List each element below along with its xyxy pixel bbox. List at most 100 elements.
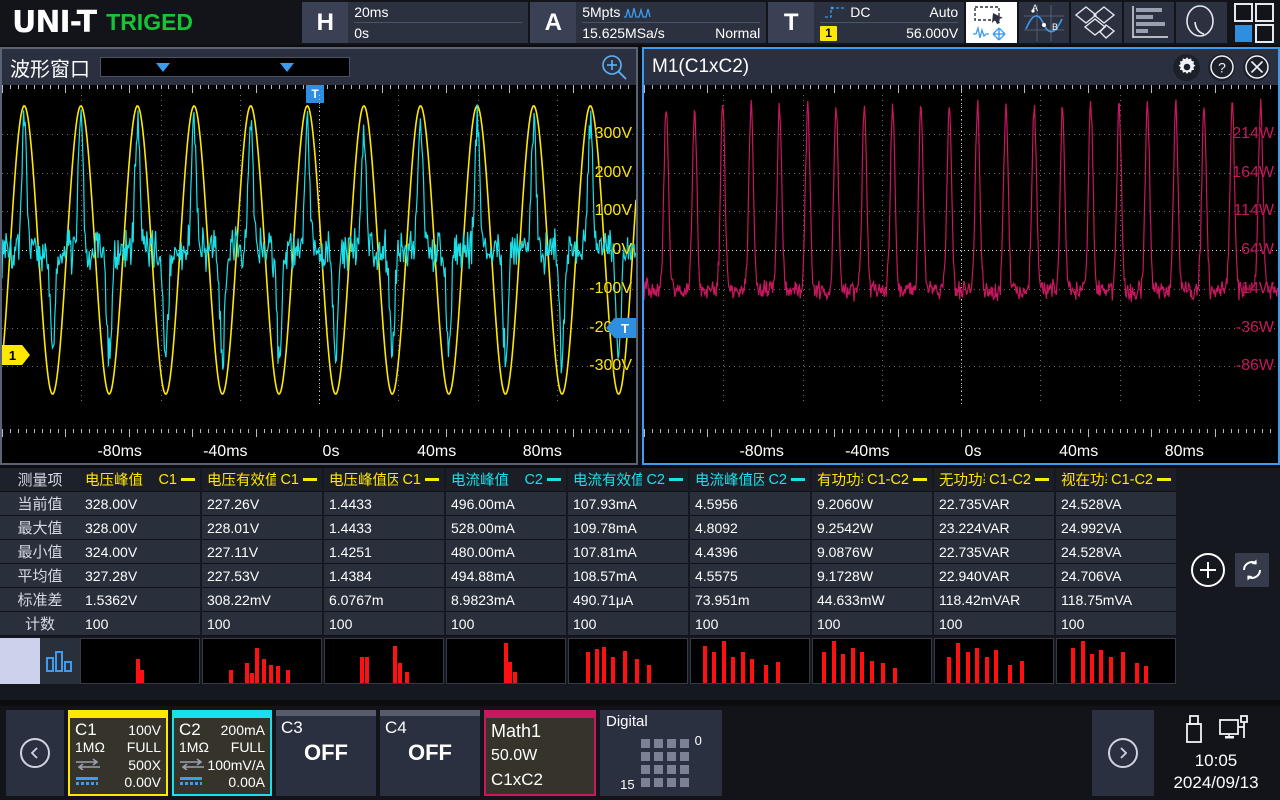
question-icon[interactable]: ? bbox=[1208, 53, 1235, 81]
measurement-name: 电流峰值 bbox=[451, 473, 509, 489]
lan-icon[interactable] bbox=[1219, 714, 1249, 749]
measurement-source: C2 bbox=[646, 471, 665, 488]
x-axis-label: -40ms bbox=[845, 443, 890, 460]
measurement-histogram[interactable] bbox=[202, 638, 322, 684]
measurement-value: 328.00V bbox=[80, 516, 200, 540]
acquire-settings[interactable]: A 5Mpts 15.625MSa/s Normal bbox=[530, 2, 767, 43]
plus-circle-icon[interactable] bbox=[1191, 553, 1225, 587]
measurement-color-line bbox=[791, 478, 805, 481]
histogram-switch[interactable] bbox=[0, 638, 40, 684]
measurement-value: 22.735VAR bbox=[934, 492, 1054, 516]
measure-tool-button[interactable] bbox=[1123, 2, 1175, 43]
next-page-button[interactable] bbox=[1092, 710, 1154, 796]
channel-c2-coupling-icon bbox=[179, 757, 205, 773]
measurement-histogram[interactable] bbox=[80, 638, 200, 684]
measurement-value: 73.951m bbox=[690, 588, 810, 612]
measurement-source: C1 bbox=[280, 471, 299, 488]
measurement-name: 电流有效值 bbox=[573, 473, 643, 489]
sample-rate: 15.625MSa/s bbox=[582, 25, 665, 41]
measurement-column[interactable]: 无功功率 C1-C2 22.735VAR23.224VAR22.735VAR22… bbox=[934, 468, 1056, 700]
horizontal-scale: 20ms bbox=[354, 4, 389, 20]
chevron-down-icon[interactable] bbox=[156, 62, 170, 72]
measurement-header: 有功功率 C1-C2 bbox=[812, 468, 932, 492]
histogram-toggle[interactable] bbox=[0, 638, 80, 684]
measurement-column[interactable]: 电流峰值 C2 496.00mA 528.00mA 480.00mA 494.88mA… bbox=[446, 468, 568, 700]
measurement-source: C1 bbox=[158, 471, 177, 488]
measurement-histogram[interactable] bbox=[690, 638, 810, 684]
x-axis-label: -80ms bbox=[97, 443, 142, 460]
horizontal-settings[interactable]: H 20ms 0s bbox=[302, 2, 529, 43]
measurement-column[interactable]: 电流峰值因数 C2 4.59564.80924.43964.557573.951… bbox=[690, 468, 812, 700]
measurement-histogram[interactable] bbox=[568, 638, 688, 684]
measurement-column[interactable]: 视在功率 C1-C2 24.528VA24.992VA24.528VA24.70… bbox=[1056, 468, 1178, 700]
measurement-columns[interactable]: 测量项 当前值 最大值 最小值 平均值 标准差 计数 电压峰值 C1 328.00V 328. bbox=[0, 468, 1180, 700]
chevron-down-icon[interactable] bbox=[280, 62, 294, 72]
measurement-source: C2 bbox=[768, 471, 787, 488]
measurement-value: 9.1728W bbox=[812, 564, 932, 588]
digital-bottom-index: 15 bbox=[620, 777, 635, 792]
math1-button[interactable]: Math1 50.0W C1xC2 bbox=[484, 710, 596, 796]
close-icon[interactable] bbox=[1243, 53, 1270, 81]
measurement-column[interactable]: 电压有效值 C1 227.26V 228.01V 227.11V 227.53V 308… bbox=[202, 468, 324, 700]
measurement-table: 测量项 当前值 最大值 最小值 平均值 标准差 计数 电压峰值 C1 328.00V 328. bbox=[0, 468, 1280, 700]
search-tool-button[interactable] bbox=[1176, 2, 1227, 43]
source-selector[interactable] bbox=[100, 57, 350, 77]
measurement-row-labels: 测量项 当前值 最大值 最小值 平均值 标准差 计数 bbox=[0, 468, 80, 700]
measurement-histogram[interactable] bbox=[446, 638, 566, 684]
top-toolbar: UNI-T TRIGED H 20ms 0s A 5Mpts 15.625MSa… bbox=[0, 0, 1280, 45]
measurement-column[interactable]: 电压峰值 C1 328.00V 328.00V 324.00V 327.28V 1.53… bbox=[80, 468, 202, 700]
measurement-row-label: 最大值 bbox=[0, 516, 80, 540]
math1-scale: 50.0W bbox=[491, 747, 538, 764]
digital-channel-grid[interactable] bbox=[640, 738, 689, 787]
waveform-window-panel: 波形窗口 T 300V 200V 100V 0V -100V -300V 1 T… bbox=[0, 47, 638, 465]
channel-c4-button[interactable]: C4 OFF bbox=[380, 710, 480, 796]
histogram-icon[interactable] bbox=[40, 638, 80, 684]
channel-c2-button[interactable]: C2 200mA 1MΩ FULL 100mV/A 0.00A bbox=[172, 710, 272, 796]
digital-label: Digital bbox=[606, 713, 648, 730]
measurement-column[interactable]: 电压峰值因数 C1 1.44331.44331.42511.43846.0767… bbox=[324, 468, 446, 700]
measurement-histogram[interactable] bbox=[324, 638, 444, 684]
gear-icon[interactable] bbox=[1173, 53, 1200, 81]
measurement-name: 电流峰值因数 bbox=[695, 473, 764, 489]
measurement-value: 108.57mA bbox=[568, 564, 688, 588]
measurement-histogram[interactable] bbox=[1056, 638, 1176, 684]
prev-page-button[interactable] bbox=[6, 710, 64, 796]
cursor-tool-button[interactable]: A B bbox=[1018, 2, 1070, 43]
math-window-panel: M1(C1xC2) ? 214W 164W 114W 64W 14W -36W … bbox=[642, 47, 1280, 465]
measurement-source: C2 bbox=[524, 471, 543, 488]
layout-button[interactable] bbox=[1228, 0, 1280, 45]
measurement-value: 100 bbox=[202, 612, 322, 636]
measurement-value: 228.01V bbox=[202, 516, 322, 540]
usb-icon[interactable] bbox=[1183, 714, 1205, 749]
measurement-value: 44.633mW bbox=[812, 588, 932, 612]
measurement-row-label: 当前值 bbox=[0, 492, 80, 516]
right-plot-area[interactable]: 214W 164W 114W 64W 14W -36W -86W -80ms -40ms 0s 4… bbox=[644, 85, 1278, 463]
decode-tool-button[interactable] bbox=[1071, 2, 1122, 43]
channel-c1-button[interactable]: C1 100V 1MΩ FULL 500X 0.00V bbox=[68, 710, 168, 796]
measurement-column[interactable]: 有功功率 C1-C2 9.2060W9.2542W9.0876W9.1728W4… bbox=[812, 468, 934, 700]
measurement-header: 电压峰值因数 C1 bbox=[324, 468, 444, 492]
top-ruler bbox=[644, 85, 1278, 95]
measurement-source: C1-C2 bbox=[867, 471, 909, 488]
channel-c2-probe: 100mV/A bbox=[207, 756, 265, 773]
measurement-value: 4.8092 bbox=[690, 516, 810, 540]
measurement-color-line bbox=[425, 478, 439, 481]
measurement-histogram[interactable] bbox=[934, 638, 1054, 684]
measurement-column[interactable]: 电流有效值 C2 107.93mA 109.78mA 107.81mA 108.57m… bbox=[568, 468, 690, 700]
measurement-value: 24.706VA bbox=[1056, 564, 1176, 588]
magnifier-plus-icon[interactable] bbox=[601, 54, 628, 81]
left-panel-header: 波形窗口 bbox=[2, 49, 636, 85]
brand-area: UNI-T TRIGED bbox=[0, 0, 302, 45]
left-plot-area[interactable]: T 300V200V100V0V-100V-200V-300V 1 T -80m… bbox=[2, 85, 636, 463]
trigger-settings[interactable]: T DC Auto 1 56.000V bbox=[768, 2, 965, 43]
digital-button[interactable]: Digital 15 0 bbox=[600, 710, 722, 796]
channel-c3-button[interactable]: C3 OFF bbox=[276, 710, 376, 796]
refresh-icon[interactable] bbox=[1235, 553, 1269, 587]
measurement-value: 23.224VAR bbox=[934, 516, 1054, 540]
channel-c4-name: C4 bbox=[385, 717, 407, 737]
measurement-value: 1.5362V bbox=[80, 588, 200, 612]
measurement-histogram[interactable] bbox=[812, 638, 932, 684]
y-axis-label: -86W bbox=[1235, 357, 1274, 375]
measurement-color-line bbox=[303, 478, 317, 481]
select-move-tool-button[interactable] bbox=[966, 2, 1017, 43]
